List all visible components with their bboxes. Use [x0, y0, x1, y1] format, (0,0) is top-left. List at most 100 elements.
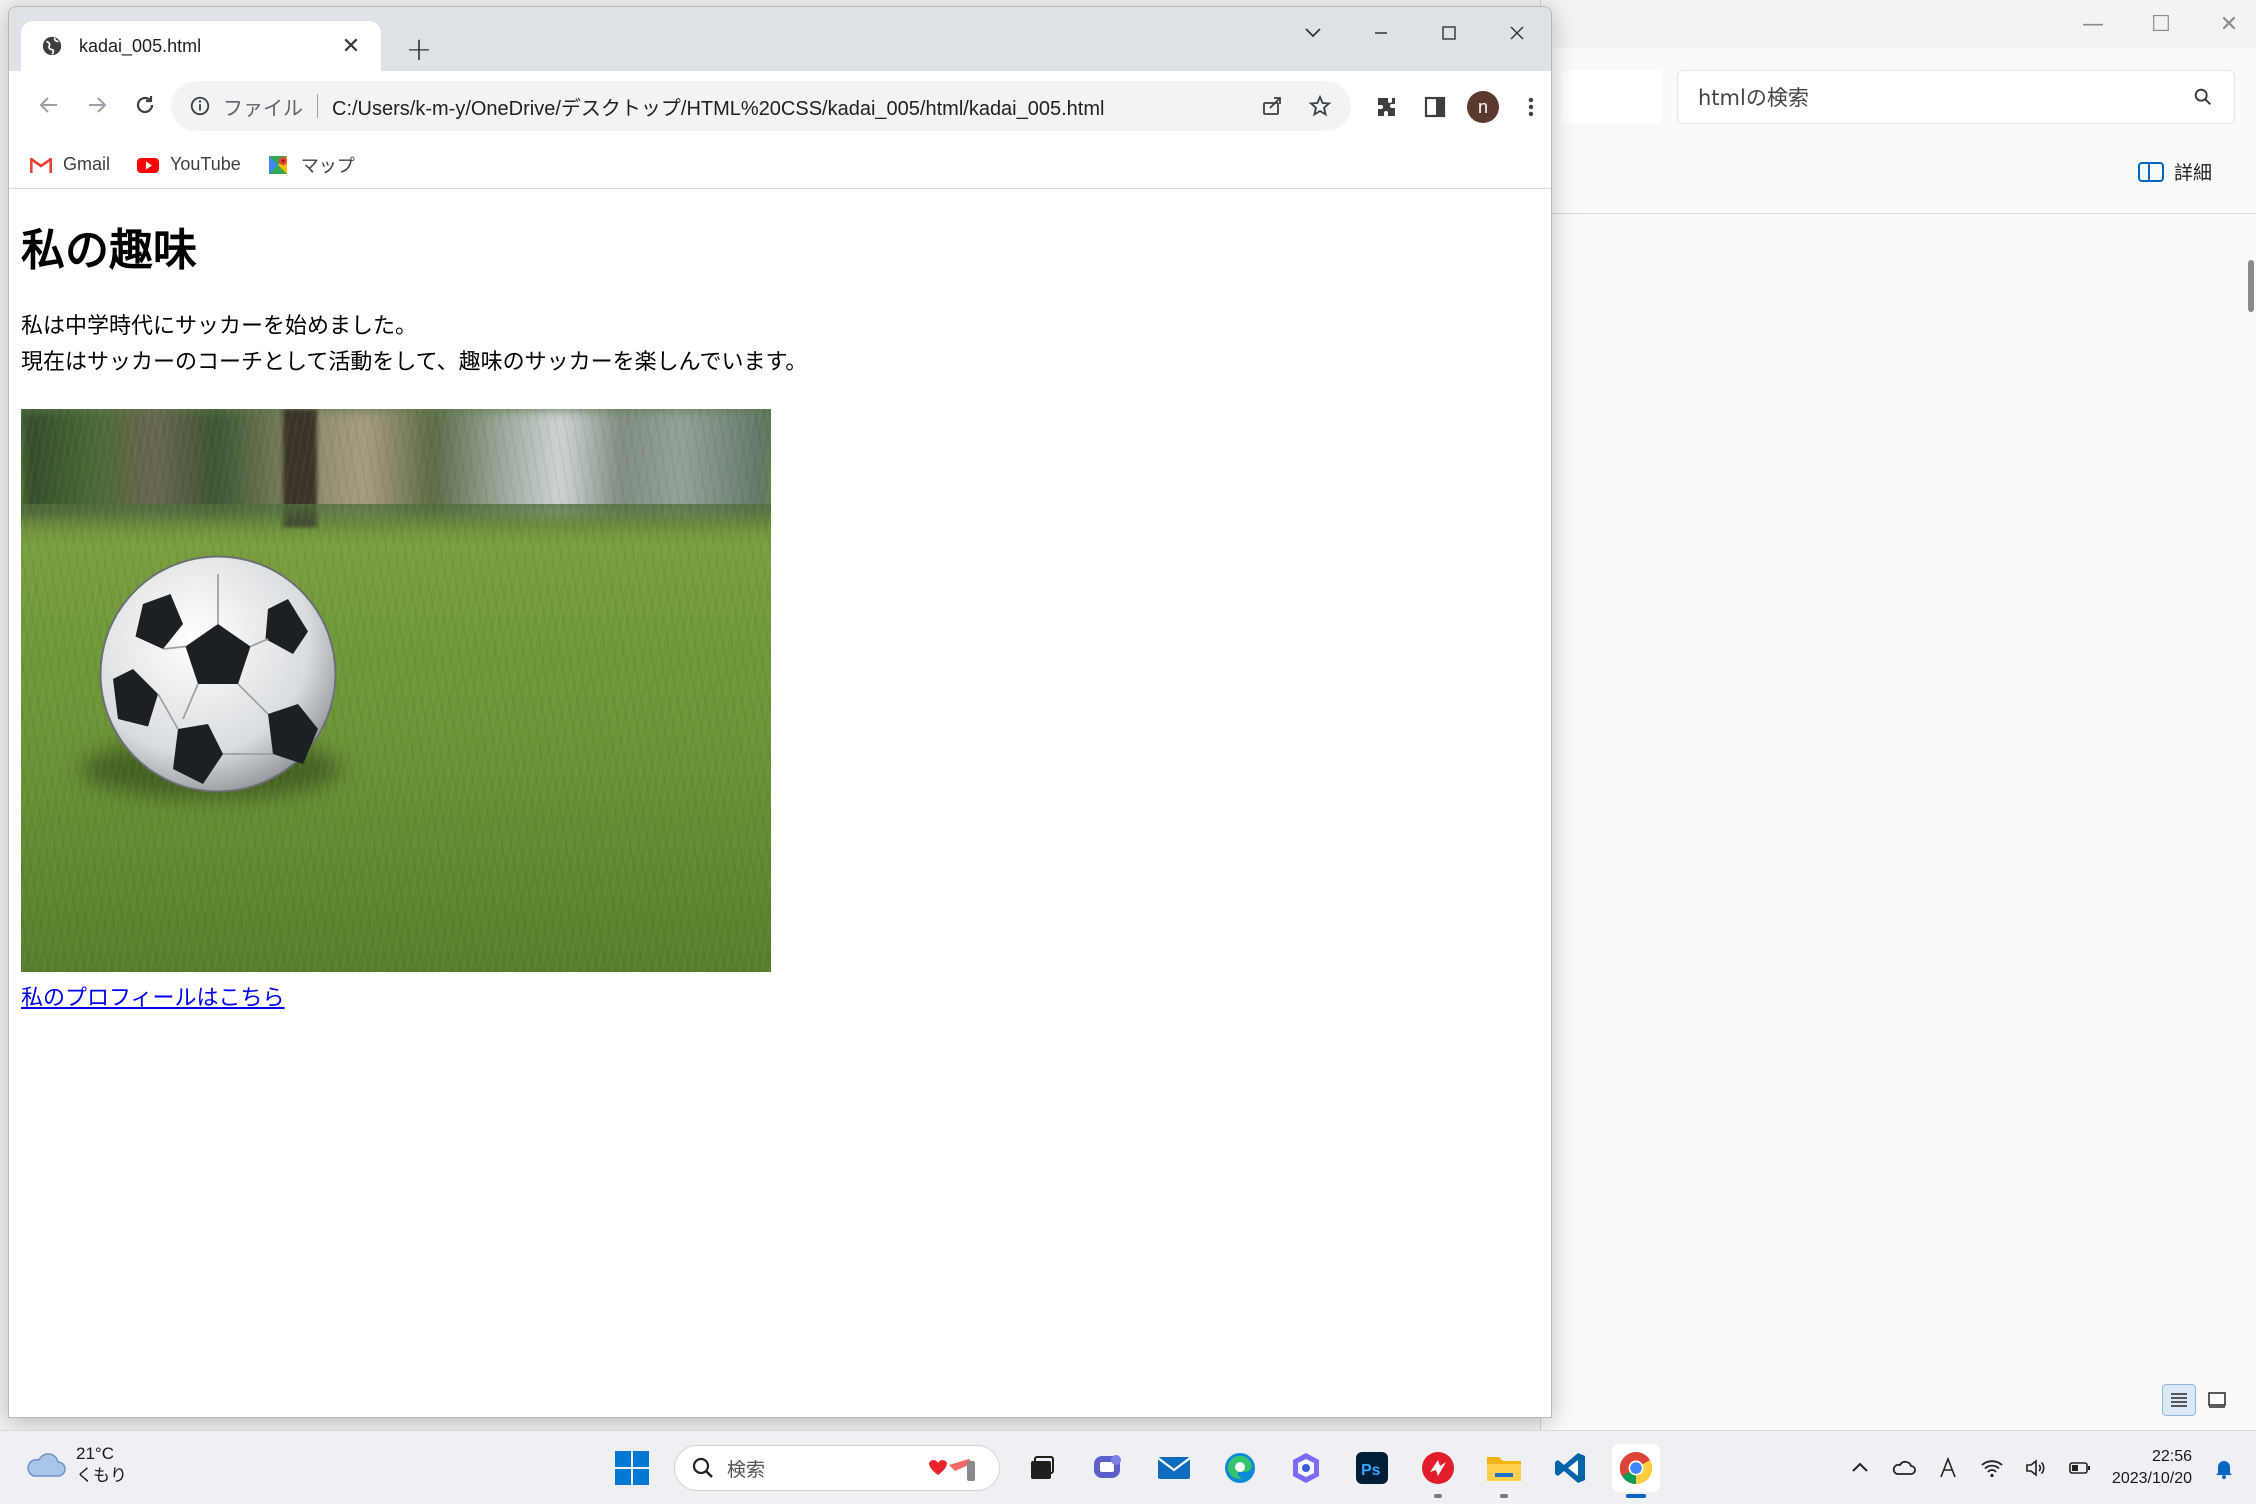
side-panel-button[interactable] — [1415, 87, 1455, 127]
explorer-maximize-button[interactable]: ☐ — [2127, 0, 2195, 48]
task-view-button[interactable] — [1018, 1444, 1066, 1492]
teams-app[interactable] — [1084, 1444, 1132, 1492]
profile-link[interactable]: 私のプロフィールはこちら — [21, 980, 285, 1012]
task-view-icon — [1031, 1456, 1054, 1479]
more-vert-icon — [1528, 97, 1534, 117]
close-button[interactable] — [1483, 7, 1551, 59]
file-explorer-window: — ☐ ✕ htmlの検索 詳細 — [1540, 0, 2256, 1430]
paragraph-line-1: 私は中学時代にサッカーを始めました。 — [21, 314, 418, 339]
chat-icon — [1094, 1455, 1121, 1478]
soccer-ball-icon — [99, 555, 337, 793]
clock[interactable]: 22:56 2023/10/20 — [2112, 1446, 2192, 1490]
taskbar-apps: 検索 Ps — [608, 1439, 1660, 1498]
bookmark-gmail[interactable]: Gmail — [29, 154, 110, 175]
list-icon — [2171, 1393, 2187, 1407]
forward-button[interactable] — [77, 85, 117, 125]
windows-logo-icon — [615, 1451, 649, 1485]
bookmark-youtube[interactable]: YouTube — [136, 154, 241, 175]
explorer-address-bar[interactable] — [1561, 70, 1661, 124]
vscode-app[interactable] — [1546, 1444, 1594, 1492]
edge-icon — [1225, 1453, 1255, 1483]
address-bar[interactable]: ファイル C:/Users/k-m-y/OneDrive/デスクトップ/HTML… — [171, 81, 1351, 131]
mail-icon — [1157, 1457, 1191, 1479]
weather-temp: 21°C — [76, 1444, 114, 1463]
new-tab-button[interactable]: + — [399, 29, 439, 69]
tab-strip: kadai_005.html ✕ + — [9, 7, 1551, 71]
explorer-search-placeholder: htmlの検索 — [1698, 86, 1809, 110]
file-explorer-app[interactable] — [1480, 1444, 1528, 1498]
maps-icon — [268, 155, 287, 174]
bookmarks-bar: Gmail YouTube マップ — [9, 141, 1551, 189]
red-app[interactable] — [1414, 1444, 1462, 1498]
scrollbar-thumb[interactable] — [2248, 260, 2254, 312]
system-tray: 22:56 2023/10/20 — [1848, 1441, 2236, 1495]
mail-app[interactable] — [1150, 1444, 1198, 1492]
tab-title: kadai_005.html — [79, 35, 202, 56]
explorer-minimize-button[interactable]: — — [2059, 0, 2127, 48]
extensions-button[interactable] — [1367, 87, 1407, 127]
url-text[interactable]: C:/Users/k-m-y/OneDrive/デスクトップ/HTML%20CS… — [332, 92, 1237, 121]
view-toggle — [2162, 1384, 2234, 1416]
running-indicator — [1500, 1494, 1508, 1498]
arrow-left-icon — [39, 97, 57, 113]
photoshop-app[interactable]: Ps — [1348, 1444, 1396, 1492]
gmail-icon — [29, 157, 53, 173]
share-button[interactable] — [1259, 93, 1285, 119]
tab-kadai[interactable]: kadai_005.html ✕ — [21, 21, 381, 71]
battery-icon[interactable] — [2068, 1456, 2092, 1480]
close-icon — [1510, 26, 1524, 40]
bookmark-label: Gmail — [63, 154, 111, 174]
minimize-icon — [1375, 32, 1387, 34]
profile-button[interactable]: n — [1463, 87, 1503, 127]
bookmark-label: YouTube — [170, 154, 241, 174]
reload-button[interactable] — [125, 85, 165, 125]
start-button[interactable] — [608, 1444, 656, 1492]
tab-search-button[interactable] — [1279, 7, 1347, 59]
notification-bell-icon[interactable] — [2212, 1456, 2236, 1480]
running-indicator — [1434, 1494, 1442, 1498]
chrome-menu-button[interactable] — [1511, 87, 1551, 127]
tiles-view-button[interactable] — [2200, 1384, 2234, 1416]
back-button[interactable] — [29, 85, 69, 125]
chevron-up-icon[interactable] — [1848, 1456, 1872, 1480]
search-icon — [2194, 88, 2211, 105]
info-icon[interactable] — [189, 95, 211, 117]
volume-icon[interactable] — [2024, 1456, 2048, 1480]
details-view-button[interactable] — [2162, 1384, 2196, 1416]
chevron-down-icon — [1305, 28, 1321, 38]
chrome-window: kadai_005.html ✕ + ファイル C:/Users/k-m-y/O… — [8, 6, 1552, 1418]
wifi-icon[interactable] — [1980, 1456, 2004, 1480]
maximize-icon — [1442, 26, 1456, 40]
star-icon — [1308, 94, 1332, 117]
onedrive-icon[interactable] — [1892, 1456, 1916, 1480]
windows-taskbar: 21°C くもり 検索 Ps 22:56 2023/10/20 — [0, 1430, 2256, 1504]
copilot-icon — [1293, 1453, 1319, 1483]
bookmark-maps[interactable]: マップ — [267, 152, 355, 178]
folder-icon — [1487, 1457, 1521, 1481]
details-label: 詳細 — [2173, 162, 2212, 184]
paragraph-line-2: 現在はサッカーのコーチとして活動をして、趣味のサッカーを楽しんでいます。 — [21, 350, 808, 375]
copilot-app[interactable] — [1282, 1444, 1330, 1492]
minimize-button[interactable] — [1347, 7, 1415, 59]
edge-app[interactable] — [1216, 1444, 1264, 1492]
clock-time: 22:56 — [2151, 1448, 2192, 1465]
explorer-search-input[interactable]: htmlの検索 — [1677, 70, 2235, 124]
chrome-icon — [1619, 1452, 1653, 1485]
red-app-icon — [1422, 1452, 1454, 1484]
tab-close-icon[interactable]: ✕ — [339, 34, 363, 59]
weather-widget[interactable]: 21°C くもり — [24, 1443, 127, 1487]
weather-condition: くもり — [76, 1466, 127, 1485]
page-heading: 私の趣味 — [21, 225, 197, 276]
ime-icon[interactable] — [1936, 1456, 1960, 1480]
taskbar-search[interactable]: 検索 — [674, 1445, 1000, 1491]
explorer-scrollbar[interactable] — [2246, 214, 2256, 1414]
scheme-label: ファイル — [223, 97, 303, 120]
chrome-app[interactable] — [1612, 1444, 1660, 1498]
details-pane-button[interactable]: 詳細 — [2137, 158, 2212, 185]
maximize-button[interactable] — [1415, 7, 1483, 59]
soccer-ball-photo — [21, 409, 771, 972]
explorer-close-button[interactable]: ✕ — [2195, 0, 2256, 48]
arrow-right-icon — [89, 97, 107, 113]
bookmark-star-button[interactable] — [1307, 93, 1333, 119]
share-icon — [1263, 97, 1281, 115]
